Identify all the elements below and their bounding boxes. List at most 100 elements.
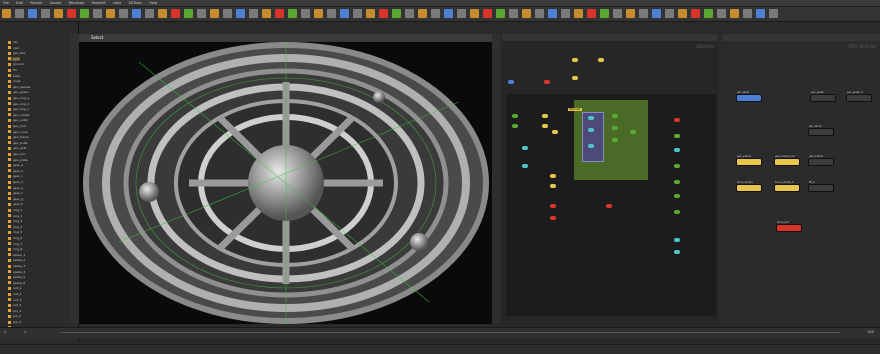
menu-windows[interactable]: Windows (69, 0, 85, 6)
scene-tree-item[interactable]: gear_a (8, 163, 23, 167)
menu-labs[interactable]: Labs (113, 0, 121, 6)
shelf-tool-icon[interactable] (392, 9, 401, 18)
vex-node[interactable]: bone_red (776, 221, 802, 232)
menu-sdtools[interactable]: SDTools (128, 0, 142, 6)
scene-tree-item[interactable]: nut_2 (8, 292, 21, 296)
scene-tree-item[interactable]: ground (8, 62, 24, 66)
shelf-tool-icon[interactable] (496, 9, 505, 18)
shelf-tool-icon[interactable] (717, 9, 726, 18)
shelf-tool-icon[interactable] (600, 9, 609, 18)
network-editor[interactable]: Objects SPheres2 (502, 34, 718, 324)
timeline-track[interactable] (60, 332, 840, 333)
vex-node[interactable]: bone_simple_b (774, 181, 800, 192)
shelf-tool-icon[interactable] (548, 9, 557, 18)
menu-file[interactable]: File (3, 0, 9, 6)
network-node[interactable] (572, 76, 578, 80)
shelf-tool-icon[interactable] (67, 9, 76, 18)
shelf-tool-icon[interactable] (249, 9, 258, 18)
shelf-tool-icon[interactable] (379, 9, 388, 18)
shelf-tool-icon[interactable] (15, 9, 24, 18)
scene-tree-item[interactable]: geo_plate (8, 158, 28, 162)
network-node[interactable] (588, 128, 594, 132)
menu-help[interactable]: Help (149, 0, 157, 6)
scene-tree-item[interactable]: geo_mid (8, 124, 26, 128)
network-node[interactable] (612, 126, 618, 130)
shelf-tool-icon[interactable] (444, 9, 453, 18)
shelf-tool-icon[interactable] (171, 9, 180, 18)
shelf-tool-icon[interactable] (535, 9, 544, 18)
shelf-tool-icon[interactable] (522, 9, 531, 18)
network-node[interactable] (544, 80, 550, 84)
shelf-tool-icon[interactable] (691, 9, 700, 18)
network-node[interactable] (612, 114, 618, 118)
timeline-current[interactable]: 1 (24, 330, 26, 334)
scene-tree-item[interactable]: geo_ring_c (8, 107, 29, 111)
scene-tree-item[interactable]: cam (8, 46, 19, 50)
shelf-tool-icon[interactable] (405, 9, 414, 18)
scene-tree-item[interactable]: geo_frame (8, 135, 29, 139)
scene-tree-item[interactable]: gear_b (8, 169, 23, 173)
shelf-tool-icon[interactable] (652, 9, 661, 18)
shelf-tool-icon[interactable] (769, 9, 778, 18)
shelf-tool-icon[interactable] (223, 9, 232, 18)
scene-tree-item[interactable]: ring_2 (8, 214, 22, 218)
network-node[interactable] (550, 216, 556, 220)
scene-tree-item[interactable]: geo_bolts (8, 141, 27, 145)
scene-tree-item[interactable]: pin_2 (8, 314, 21, 318)
vex-node[interactable]: geo_block (808, 125, 834, 136)
vex-node[interactable]: geo_glass (736, 91, 762, 102)
scene-tree-item[interactable]: ring_1 (8, 208, 22, 212)
network-node[interactable] (522, 164, 528, 168)
shelf-tool-icon[interactable] (158, 9, 167, 18)
scene-tree-item[interactable]: geo_rim (8, 152, 25, 156)
scene-tree-item[interactable]: ring_5 (8, 230, 22, 234)
network-node[interactable] (674, 148, 680, 152)
vex-node[interactable]: fill_b (808, 181, 834, 192)
shelf-tool-icon[interactable] (28, 9, 37, 18)
scene-tree-item[interactable]: nut_1 (8, 286, 21, 290)
shelf-tool-icon[interactable] (587, 9, 596, 18)
network-node[interactable] (612, 138, 618, 142)
shelf-tool-icon[interactable] (54, 9, 63, 18)
vex-node[interactable]: geo_green (810, 91, 836, 102)
network-node[interactable] (550, 184, 556, 188)
menu-redshift[interactable]: Redshift (92, 0, 106, 6)
shelf-tool-icon[interactable] (236, 9, 245, 18)
scene-tree-item[interactable]: spoke_2 (8, 258, 25, 262)
shelf-tool-icon[interactable] (704, 9, 713, 18)
network-node[interactable] (674, 134, 680, 138)
scene-tree-item[interactable]: light (8, 56, 20, 61)
shelf-tool-icon[interactable] (41, 9, 50, 18)
scene-tree-item[interactable]: fill (8, 68, 17, 72)
network-node[interactable] (550, 204, 556, 208)
shelf-tool-icon[interactable] (626, 9, 635, 18)
scene-tree-item[interactable]: gear_f (8, 191, 22, 195)
scene-tree-item[interactable]: tube (8, 74, 20, 78)
network-node[interactable] (588, 116, 594, 120)
scene-tree-item[interactable]: gear_e (8, 186, 23, 190)
network-node[interactable] (606, 204, 612, 208)
shelf-tool-icon[interactable] (678, 9, 687, 18)
scene-tree-item[interactable]: geo_gears (8, 90, 28, 94)
scene-tree-item[interactable]: geo_tire (8, 51, 25, 55)
scene-tree-item[interactable]: pin_1 (8, 309, 21, 313)
vex-node[interactable]: geo_yellow (736, 155, 762, 166)
network-node[interactable] (674, 180, 680, 184)
network-node[interactable] (552, 130, 558, 134)
shelf-tool-icon[interactable] (275, 9, 284, 18)
network-node[interactable] (572, 58, 578, 62)
scene-tree-item[interactable]: ring_4 (8, 225, 22, 229)
scene-tree-item[interactable]: geo_inner (8, 130, 28, 134)
scene-tree-item[interactable]: gear_h (8, 202, 23, 206)
scene-tree-item[interactable]: rings (8, 79, 20, 83)
scene-tree-item[interactable]: spoke_1 (8, 253, 25, 257)
shelf-tool-icon[interactable] (145, 9, 154, 18)
shelf-tool-icon[interactable] (418, 9, 427, 18)
shelf-tool-icon[interactable] (210, 9, 219, 18)
shelf-tool-icon[interactable] (639, 9, 648, 18)
shelf-tool-icon[interactable] (743, 9, 752, 18)
network-node[interactable] (674, 210, 680, 214)
network-node[interactable] (542, 124, 548, 128)
network-node[interactable] (522, 146, 528, 150)
network-node[interactable] (674, 250, 680, 254)
